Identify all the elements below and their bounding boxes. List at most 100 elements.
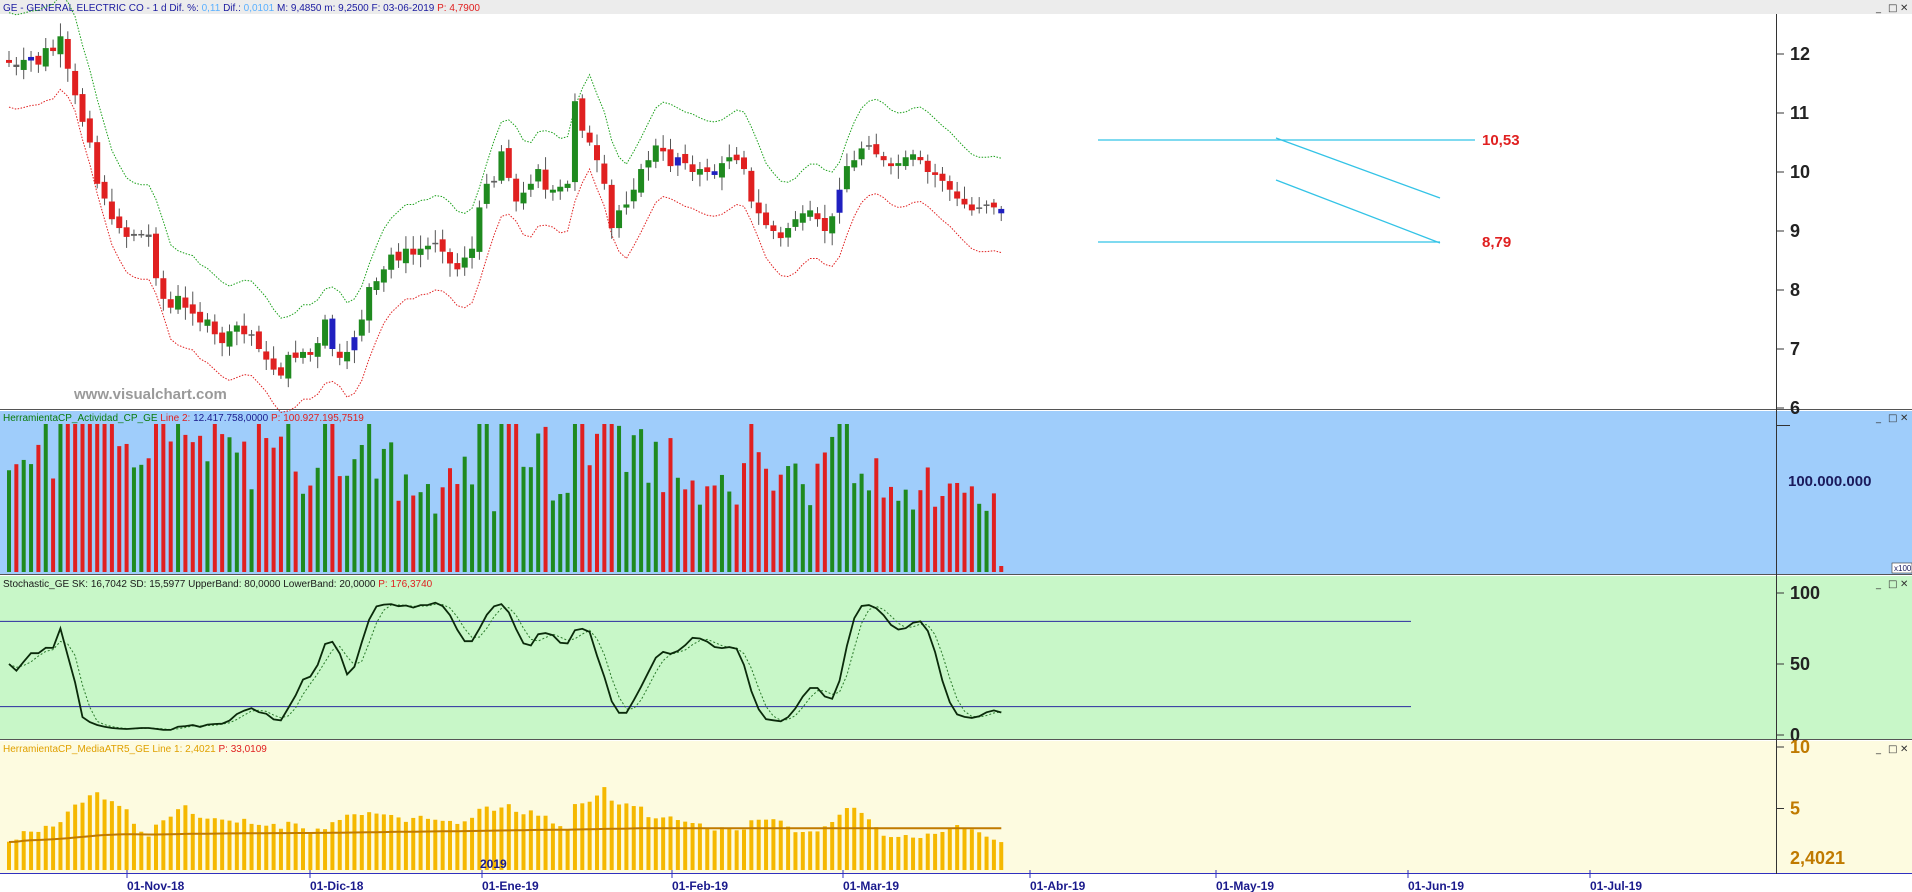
candle-body [424, 245, 431, 250]
candle-body [674, 157, 681, 166]
stochastic-window-buttons[interactable]: _ □ ✕ [1875, 579, 1908, 590]
volume-bar [374, 478, 379, 572]
candle-body [594, 145, 600, 161]
volume-bar [109, 424, 114, 572]
atr-bar [793, 832, 798, 870]
candle-body [211, 321, 218, 335]
volume-bar [234, 452, 239, 572]
candle-body [513, 178, 520, 202]
candle-body [204, 319, 211, 326]
candle-body [910, 154, 917, 160]
volume-bar [866, 490, 871, 572]
candle-body [888, 163, 894, 167]
price-tick-label: 12 [1790, 44, 1810, 64]
atr-bar [418, 815, 423, 870]
atr-tick-label: 10 [1790, 737, 1810, 757]
atr-bar [558, 826, 563, 870]
candle-body [292, 352, 299, 358]
atr-bar [595, 795, 599, 870]
price-window-buttons[interactable]: _ □ ✕ [1875, 3, 1908, 14]
atr-bar [146, 836, 151, 870]
volume-bar [455, 484, 460, 572]
volume-bar [176, 424, 181, 572]
volume-bar [492, 511, 497, 572]
candle-body [373, 281, 380, 291]
candle-body [130, 233, 137, 236]
atr-bar [837, 814, 842, 870]
volume-bar [955, 482, 960, 572]
candle-body [527, 183, 534, 190]
candle-body [248, 334, 255, 336]
atr-bar [786, 826, 791, 870]
atr-bar [36, 831, 41, 870]
volume-bar [337, 476, 342, 572]
atr-bar [131, 823, 136, 870]
svg-text:_: _ [1875, 413, 1882, 424]
stoch-tick-label: 50 [1790, 654, 1810, 674]
candle-body [79, 94, 86, 122]
atr-bar [220, 819, 225, 870]
date-tick-label: 01-Jun-19 [1408, 879, 1464, 892]
svg-text:□: □ [1888, 744, 1897, 755]
atr-bar [580, 803, 585, 870]
volume-bar [264, 438, 269, 572]
volume-bar [301, 493, 305, 572]
candle-body [226, 331, 233, 347]
volume-bar [448, 468, 452, 572]
atr-bar [925, 833, 930, 870]
candle-body [476, 207, 483, 252]
atr-bar [448, 820, 452, 870]
chart-canvas: GE - GENERAL ELECTRIC CO - 1 d Dif. %: 0… [0, 0, 1912, 892]
candle-body [241, 325, 248, 335]
atr-bar [212, 818, 217, 870]
price-tick-label: 6 [1790, 398, 1800, 418]
candle-body [50, 47, 57, 52]
volume-bar [345, 475, 350, 572]
volume-bar [220, 434, 225, 572]
volume-bar [837, 424, 842, 572]
atr-window-buttons[interactable]: _ □ ✕ [1875, 744, 1908, 755]
atr-bar [168, 816, 173, 870]
date-tick-label: 01-May-19 [1216, 879, 1274, 892]
candle-body [498, 151, 505, 181]
atr-bar [352, 814, 357, 870]
volume-bar [771, 490, 776, 572]
atr-bar [234, 822, 239, 870]
candle-body [961, 198, 968, 205]
atr-bar [528, 810, 533, 870]
candle-body [535, 169, 542, 182]
volume-bar [51, 478, 56, 572]
atr-bar [124, 809, 129, 870]
atr-bar [374, 813, 379, 870]
volume-bar [793, 463, 798, 572]
atr-bar [286, 821, 291, 870]
volume-bar [734, 504, 739, 572]
candle-body [939, 173, 946, 181]
volume-bar [617, 425, 622, 572]
atr-bar [661, 817, 666, 870]
support-label: 8,79 [1482, 234, 1511, 251]
date-tick-label: 01-Nov-18 [127, 879, 185, 892]
atr-bar [389, 814, 394, 870]
atr-bar [330, 822, 335, 870]
atr-header: HerramientaCP_MediaATR5_GE Line 1: 2,402… [3, 744, 267, 755]
volume-bar [712, 485, 717, 572]
atr-bar [521, 814, 526, 870]
candle-body [667, 149, 674, 167]
volume-bar [661, 492, 666, 572]
volume-bar [624, 471, 629, 572]
candle-body [336, 351, 343, 358]
volume-bar [653, 441, 658, 572]
candle-body [542, 169, 549, 190]
candle-body [417, 248, 424, 255]
candle-body [858, 148, 865, 160]
candle-body [123, 227, 130, 237]
volume-bar [881, 497, 886, 572]
volume-bar [587, 465, 592, 572]
candle-body [902, 157, 909, 167]
volume-window-buttons[interactable]: _ □ ✕ [1875, 413, 1908, 424]
candle-body [13, 64, 20, 67]
atr-bar [705, 827, 710, 870]
atr-bar [367, 812, 372, 870]
volume-bar [168, 441, 173, 572]
